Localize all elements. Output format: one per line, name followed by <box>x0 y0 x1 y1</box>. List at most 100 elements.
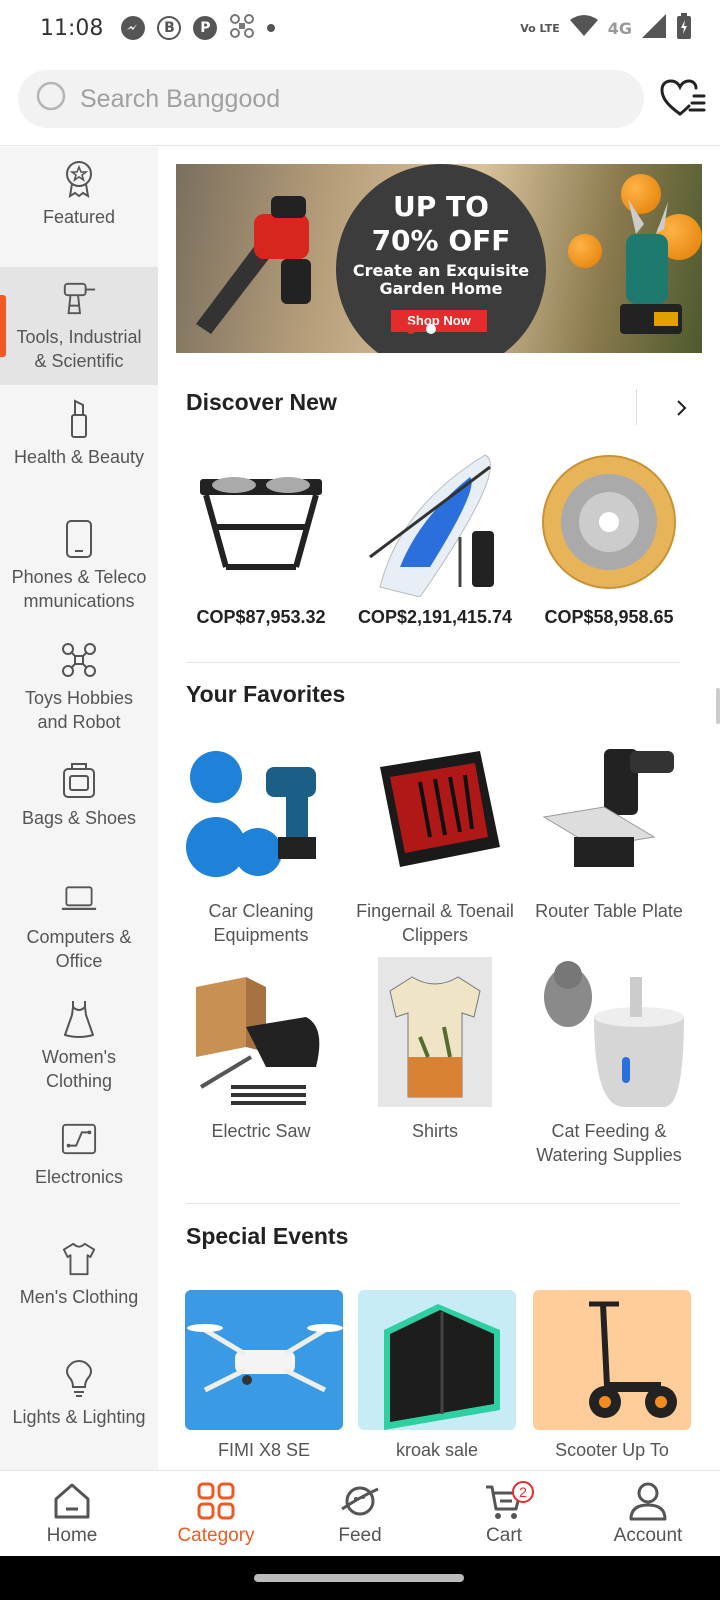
wishlist-button[interactable] <box>660 78 706 120</box>
banner-subtitle: Create an Exquisite Garden Home <box>352 261 530 298</box>
sidebar-item-label: Phones & Telecommunications <box>11 567 147 611</box>
category-sidebar: Featured Tools, Industrial & Scientific … <box>0 147 158 1470</box>
banner-headline: UP TO <box>393 190 489 223</box>
favorite-category-card[interactable]: Electric Saw <box>186 957 336 1143</box>
home-icon <box>54 1483 90 1519</box>
active-category-indicator <box>0 295 6 357</box>
dress-icon <box>61 999 97 1039</box>
scooter-image <box>533 1290 691 1430</box>
saw-blade-image <box>534 447 684 597</box>
special-event-card[interactable]: kroak sale <box>358 1290 516 1461</box>
nav-home[interactable]: Home <box>0 1471 144 1556</box>
sidebar-item-electronics[interactable]: Electronics <box>0 1119 158 1219</box>
section-divider <box>186 662 680 663</box>
fimi-drone-image <box>185 1290 343 1430</box>
special-event-card[interactable]: FIMI X8 SE <box>185 1290 343 1461</box>
featured-badge-icon <box>61 159 97 199</box>
nav-label: Feed <box>338 1525 382 1546</box>
special-events-title: Special Events <box>186 1223 349 1249</box>
p-app-icon: P <box>193 16 218 40</box>
sidebar-item-label: Lights & Lighting <box>12 1407 146 1427</box>
system-icons: Vo LTE 4G <box>520 13 692 43</box>
favorite-category-card[interactable]: Cat Feeding & Watering Supplies <box>534 957 684 1167</box>
special-event-label: kroak sale <box>395 1440 479 1460</box>
header: Search Banggood <box>0 56 720 146</box>
car-cleaning-image <box>186 737 336 887</box>
sidebar-item-phones[interactable]: Phones & Telecommunications <box>0 519 158 629</box>
favorite-category-card[interactable]: Router Table Plate <box>534 737 684 923</box>
sidebar-item-toys[interactable]: Toys Hobbies and Robot <box>0 640 158 750</box>
discover-product-card[interactable]: COP$2,191,415.74 <box>358 447 512 628</box>
product-price: COP$87,953.32 <box>196 607 326 627</box>
nav-category[interactable]: Category <box>144 1471 288 1556</box>
planet-icon <box>341 1486 379 1516</box>
nav-account[interactable]: Account <box>576 1471 720 1556</box>
sidebar-item-label: Computers & Office <box>26 927 132 971</box>
nav-label: Category <box>177 1525 255 1546</box>
favorite-category-card[interactable]: Fingernail & Toenail Clippers <box>356 737 514 947</box>
search-bar[interactable]: Search Banggood <box>18 70 644 128</box>
favorite-category-label: Electric Saw <box>211 1121 311 1141</box>
account-icon <box>629 1482 667 1521</box>
sidebar-item-womens-clothing[interactable]: Women's Clothing <box>0 999 158 1109</box>
messenger-icon <box>121 16 146 40</box>
favorite-category-label: Cat Feeding & Watering Supplies <box>536 1121 682 1165</box>
banner-pagination <box>406 324 436 334</box>
sidebar-item-computers[interactable]: Computers & Office <box>0 879 158 989</box>
section-divider <box>636 389 637 425</box>
favorite-category-card[interactable]: Car Cleaning Equipments <box>186 737 336 947</box>
scroll-indicator <box>716 688 720 724</box>
discover-product-card[interactable]: COP$58,958.65 <box>534 447 684 628</box>
sidebar-item-health-beauty[interactable]: Health & Beauty <box>0 399 158 499</box>
b-app-icon: B <box>157 16 182 40</box>
sidebar-item-mens-clothing[interactable]: Men's Clothing <box>0 1239 158 1339</box>
sidebar-item-tools[interactable]: Tools, Industrial & Scientific <box>0 267 158 385</box>
nav-cart[interactable]: 2 Cart <box>432 1471 576 1556</box>
banner-discount: 70% OFF <box>371 224 511 257</box>
home-gesture-bar[interactable] <box>254 1574 464 1582</box>
drone-icon <box>61 640 97 680</box>
pruning-shears-image <box>620 199 682 334</box>
cat-water-fountain-image <box>534 957 684 1107</box>
sidebar-item-bags-shoes[interactable]: Bags & Shoes <box>0 760 158 860</box>
orange-fruit-image <box>568 234 602 268</box>
sidebar-item-label: Bags & Shoes <box>21 808 137 828</box>
section-divider <box>186 1203 680 1204</box>
special-event-card[interactable]: Scooter Up To <box>533 1290 691 1461</box>
heart-list-icon <box>660 79 706 116</box>
sidebar-item-label: Women's Clothing <box>41 1047 117 1091</box>
battery-icon <box>676 13 692 43</box>
status-bar: 11:08 B P Vo LTE 4G <box>0 0 720 56</box>
nav-label: Cart <box>486 1525 522 1546</box>
paddle-board-image <box>360 447 510 597</box>
discover-new-title: Discover New <box>186 389 337 415</box>
special-event-label: FIMI X8 SE <box>217 1440 311 1460</box>
network-type: 4G <box>607 18 632 38</box>
search-input[interactable]: Search Banggood <box>80 85 280 114</box>
nav-label: Account <box>613 1525 683 1546</box>
more-notifications-dot <box>267 24 276 32</box>
category-grid-icon <box>197 1482 235 1520</box>
discover-product-card[interactable]: COP$87,953.32 <box>186 447 336 628</box>
promo-banner[interactable]: UP TO 70% OFF Create an Exquisite Garden… <box>176 164 702 353</box>
nail-clippers-image <box>360 737 510 887</box>
drone-app-icon <box>229 13 255 43</box>
sidebar-item-label: Featured <box>42 207 116 227</box>
chevron-right-icon[interactable] <box>674 399 688 417</box>
favorite-category-label: Shirts <box>411 1121 458 1141</box>
nav-feed[interactable]: Feed <box>288 1471 432 1556</box>
notification-icons: B P <box>121 13 276 43</box>
chainsaw-image <box>196 196 311 334</box>
sidebar-item-featured[interactable]: Featured <box>0 159 158 259</box>
favorite-category-label: Fingernail & Toenail Clippers <box>356 901 514 945</box>
sidebar-item-lights[interactable]: Lights & Lighting <box>0 1359 158 1459</box>
sidebar-item-label: Electronics <box>34 1167 124 1187</box>
bag-icon <box>61 760 97 800</box>
circuit-icon <box>61 1119 97 1159</box>
sidebar-item-label: Tools, Industrial & Scientific <box>16 327 142 371</box>
favorite-category-label: Router Table Plate <box>535 901 683 921</box>
electric-saw-image <box>186 957 336 1107</box>
sidebar-item-label: Toys Hobbies and Robot <box>24 688 134 732</box>
favorite-category-card[interactable]: Shirts <box>360 957 510 1143</box>
tshirt-icon <box>61 1239 97 1279</box>
